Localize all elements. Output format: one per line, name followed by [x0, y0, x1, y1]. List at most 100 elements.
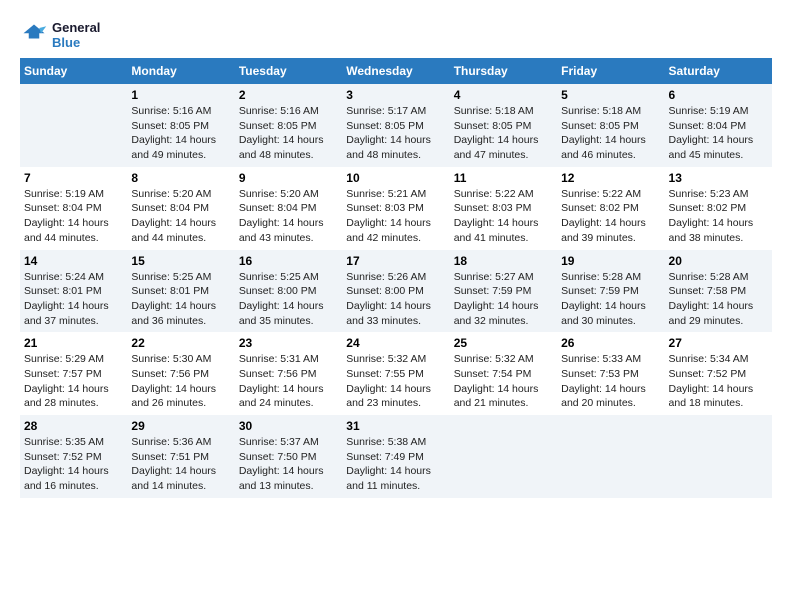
- day-info: Sunrise: 5:28 AM Sunset: 7:59 PM Dayligh…: [561, 270, 660, 329]
- logo-icon: [20, 21, 48, 49]
- header-cell-thursday: Thursday: [450, 58, 557, 84]
- calendar-cell: 20 Sunrise: 5:28 AM Sunset: 7:58 PM Dayli…: [665, 250, 772, 333]
- calendar-body: 1 Sunrise: 5:16 AM Sunset: 8:05 PM Daylig…: [20, 84, 772, 498]
- day-number: 31: [346, 419, 445, 433]
- calendar-cell: 13 Sunrise: 5:23 AM Sunset: 8:02 PM Dayli…: [665, 167, 772, 250]
- day-info: Sunrise: 5:21 AM Sunset: 8:03 PM Dayligh…: [346, 187, 445, 246]
- calendar-table: SundayMondayTuesdayWednesdayThursdayFrid…: [20, 58, 772, 498]
- day-info: Sunrise: 5:37 AM Sunset: 7:50 PM Dayligh…: [239, 435, 338, 494]
- day-info: Sunrise: 5:27 AM Sunset: 7:59 PM Dayligh…: [454, 270, 553, 329]
- day-info: Sunrise: 5:28 AM Sunset: 7:58 PM Dayligh…: [669, 270, 768, 329]
- calendar-cell: [20, 84, 127, 167]
- calendar-cell: [450, 415, 557, 498]
- calendar-cell: 10Sunrise: 5:21 AM Sunset: 8:03 PM Dayli…: [342, 167, 449, 250]
- logo-text: General Blue: [52, 20, 100, 50]
- calendar-cell: 27Sunrise: 5:34 AM Sunset: 7:52 PM Dayli…: [665, 332, 772, 415]
- calendar-cell: 9 Sunrise: 5:20 AM Sunset: 8:04 PM Daylig…: [235, 167, 342, 250]
- logo: General Blue: [20, 20, 100, 50]
- day-info: Sunrise: 5:35 AM Sunset: 7:52 PM Dayligh…: [24, 435, 123, 494]
- day-info: Sunrise: 5:22 AM Sunset: 8:03 PM Dayligh…: [454, 187, 553, 246]
- calendar-cell: 15Sunrise: 5:25 AM Sunset: 8:01 PM Dayli…: [127, 250, 234, 333]
- calendar-cell: 6Sunrise: 5:19 AM Sunset: 8:04 PM Daylig…: [665, 84, 772, 167]
- day-number: 21: [24, 336, 123, 350]
- day-info: Sunrise: 5:18 AM Sunset: 8:05 PM Dayligh…: [454, 104, 553, 163]
- day-number: 11: [454, 171, 553, 185]
- day-info: Sunrise: 5:20 AM Sunset: 8:04 PM Dayligh…: [131, 187, 230, 246]
- day-number: 1: [131, 88, 230, 102]
- calendar-header: SundayMondayTuesdayWednesdayThursdayFrid…: [20, 58, 772, 84]
- day-number: 5: [561, 88, 660, 102]
- day-info: Sunrise: 5:33 AM Sunset: 7:53 PM Dayligh…: [561, 352, 660, 411]
- calendar-cell: 16Sunrise: 5:25 AM Sunset: 8:00 PM Dayli…: [235, 250, 342, 333]
- calendar-cell: 30Sunrise: 5:37 AM Sunset: 7:50 PM Dayli…: [235, 415, 342, 498]
- header-row: SundayMondayTuesdayWednesdayThursdayFrid…: [20, 58, 772, 84]
- day-info: Sunrise: 5:23 AM Sunset: 8:02 PM Dayligh…: [669, 187, 768, 246]
- day-number: 8: [131, 171, 230, 185]
- day-info: Sunrise: 5:19 AM Sunset: 8:04 PM Dayligh…: [669, 104, 768, 163]
- day-info: Sunrise: 5:25 AM Sunset: 8:00 PM Dayligh…: [239, 270, 338, 329]
- day-info: Sunrise: 5:19 AM Sunset: 8:04 PM Dayligh…: [24, 187, 123, 246]
- day-info: Sunrise: 5:18 AM Sunset: 8:05 PM Dayligh…: [561, 104, 660, 163]
- calendar-cell: [557, 415, 664, 498]
- day-number: 27: [669, 336, 768, 350]
- calendar-cell: 25 Sunrise: 5:32 AM Sunset: 7:54 PM Dayli…: [450, 332, 557, 415]
- calendar-cell: 12 Sunrise: 5:22 AM Sunset: 8:02 PM Dayli…: [557, 167, 664, 250]
- calendar-cell: 29 Sunrise: 5:36 AM Sunset: 7:51 PM Dayli…: [127, 415, 234, 498]
- day-number: 18: [454, 254, 553, 268]
- calendar-cell: 26 Sunrise: 5:33 AM Sunset: 7:53 PM Dayli…: [557, 332, 664, 415]
- day-info: Sunrise: 5:16 AM Sunset: 8:05 PM Dayligh…: [239, 104, 338, 163]
- calendar-cell: 24 Sunrise: 5:32 AM Sunset: 7:55 PM Dayli…: [342, 332, 449, 415]
- day-info: Sunrise: 5:31 AM Sunset: 7:56 PM Dayligh…: [239, 352, 338, 411]
- header-cell-wednesday: Wednesday: [342, 58, 449, 84]
- calendar-week-2: 7 Sunrise: 5:19 AM Sunset: 8:04 PM Daylig…: [20, 167, 772, 250]
- calendar-cell: 21 Sunrise: 5:29 AM Sunset: 7:57 PM Dayli…: [20, 332, 127, 415]
- calendar-cell: 7 Sunrise: 5:19 AM Sunset: 8:04 PM Daylig…: [20, 167, 127, 250]
- page-header: General Blue: [20, 20, 772, 50]
- day-number: 7: [24, 171, 123, 185]
- calendar-cell: 18 Sunrise: 5:27 AM Sunset: 7:59 PM Dayli…: [450, 250, 557, 333]
- calendar-week-4: 21 Sunrise: 5:29 AM Sunset: 7:57 PM Dayli…: [20, 332, 772, 415]
- header-cell-friday: Friday: [557, 58, 664, 84]
- calendar-cell: 19 Sunrise: 5:28 AM Sunset: 7:59 PM Dayli…: [557, 250, 664, 333]
- day-number: 4: [454, 88, 553, 102]
- calendar-cell: 17Sunrise: 5:26 AM Sunset: 8:00 PM Dayli…: [342, 250, 449, 333]
- calendar-cell: 5 Sunrise: 5:18 AM Sunset: 8:05 PM Daylig…: [557, 84, 664, 167]
- day-info: Sunrise: 5:20 AM Sunset: 8:04 PM Dayligh…: [239, 187, 338, 246]
- day-info: Sunrise: 5:22 AM Sunset: 8:02 PM Dayligh…: [561, 187, 660, 246]
- day-number: 23: [239, 336, 338, 350]
- day-info: Sunrise: 5:36 AM Sunset: 7:51 PM Dayligh…: [131, 435, 230, 494]
- day-info: Sunrise: 5:24 AM Sunset: 8:01 PM Dayligh…: [24, 270, 123, 329]
- day-info: Sunrise: 5:32 AM Sunset: 7:54 PM Dayligh…: [454, 352, 553, 411]
- calendar-cell: 28 Sunrise: 5:35 AM Sunset: 7:52 PM Dayli…: [20, 415, 127, 498]
- day-number: 2: [239, 88, 338, 102]
- day-number: 20: [669, 254, 768, 268]
- header-cell-tuesday: Tuesday: [235, 58, 342, 84]
- day-number: 12: [561, 171, 660, 185]
- calendar-cell: 11 Sunrise: 5:22 AM Sunset: 8:03 PM Dayli…: [450, 167, 557, 250]
- day-number: 13: [669, 171, 768, 185]
- header-cell-monday: Monday: [127, 58, 234, 84]
- day-number: 28: [24, 419, 123, 433]
- day-info: Sunrise: 5:30 AM Sunset: 7:56 PM Dayligh…: [131, 352, 230, 411]
- day-info: Sunrise: 5:25 AM Sunset: 8:01 PM Dayligh…: [131, 270, 230, 329]
- day-number: 29: [131, 419, 230, 433]
- day-number: 19: [561, 254, 660, 268]
- day-number: 25: [454, 336, 553, 350]
- day-info: Sunrise: 5:16 AM Sunset: 8:05 PM Dayligh…: [131, 104, 230, 163]
- calendar-cell: 31 Sunrise: 5:38 AM Sunset: 7:49 PM Dayli…: [342, 415, 449, 498]
- calendar-cell: 4 Sunrise: 5:18 AM Sunset: 8:05 PM Daylig…: [450, 84, 557, 167]
- header-cell-sunday: Sunday: [20, 58, 127, 84]
- day-number: 9: [239, 171, 338, 185]
- day-number: 22: [131, 336, 230, 350]
- calendar-cell: [665, 415, 772, 498]
- day-info: Sunrise: 5:32 AM Sunset: 7:55 PM Dayligh…: [346, 352, 445, 411]
- day-info: Sunrise: 5:29 AM Sunset: 7:57 PM Dayligh…: [24, 352, 123, 411]
- day-info: Sunrise: 5:26 AM Sunset: 8:00 PM Dayligh…: [346, 270, 445, 329]
- day-number: 26: [561, 336, 660, 350]
- day-info: Sunrise: 5:38 AM Sunset: 7:49 PM Dayligh…: [346, 435, 445, 494]
- day-number: 24: [346, 336, 445, 350]
- day-number: 3: [346, 88, 445, 102]
- calendar-cell: 2 Sunrise: 5:16 AM Sunset: 8:05 PM Daylig…: [235, 84, 342, 167]
- calendar-cell: 22 Sunrise: 5:30 AM Sunset: 7:56 PM Dayli…: [127, 332, 234, 415]
- header-cell-saturday: Saturday: [665, 58, 772, 84]
